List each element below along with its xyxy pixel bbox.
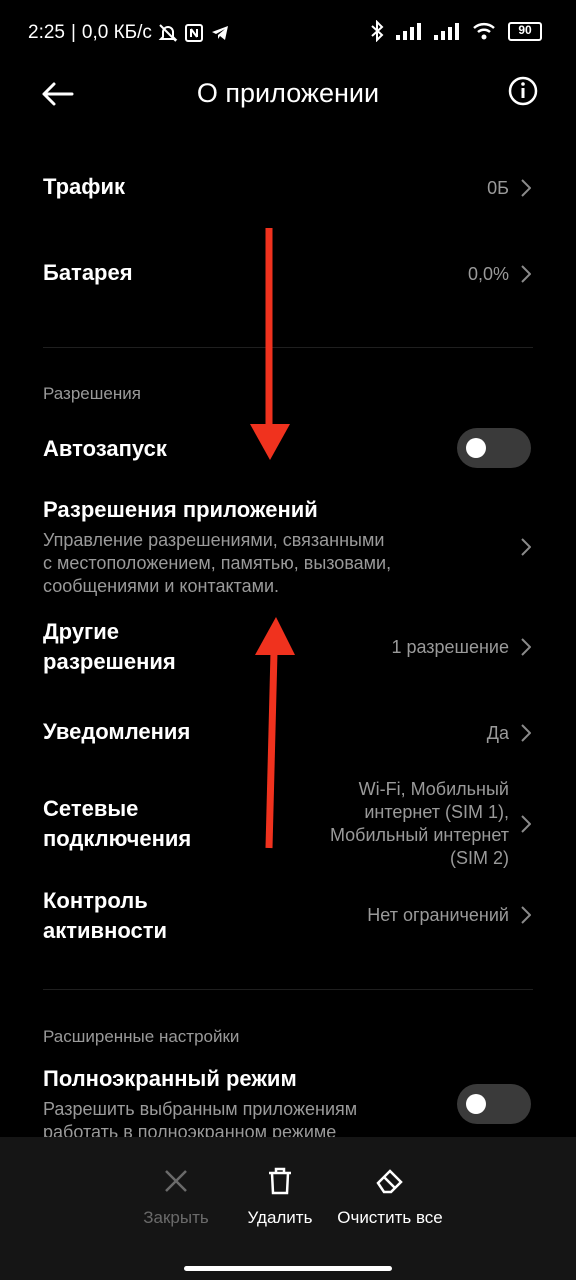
notifications-row[interactable]: Уведомления Да bbox=[43, 717, 533, 749]
app-permissions-description: Управление разрешениями, связанными с ме… bbox=[43, 529, 533, 598]
signal-icon bbox=[396, 23, 421, 40]
traffic-label: Трафик bbox=[43, 174, 126, 199]
app-permissions-row[interactable]: Разрешения приложений Управление разреше… bbox=[43, 495, 533, 605]
advanced-section-label: Расширенные настройки bbox=[43, 1027, 240, 1046]
clear-all-button[interactable]: Очистить все bbox=[330, 1167, 450, 1228]
chevron-right-icon bbox=[521, 179, 531, 197]
description-line: Управление разрешениями, связанными bbox=[43, 530, 385, 550]
chevron-right-icon bbox=[521, 265, 531, 283]
battery-value: 0,0% bbox=[467, 264, 509, 284]
nfc-icon bbox=[184, 24, 203, 42]
divider bbox=[43, 989, 533, 990]
label-line: подключения bbox=[43, 826, 192, 851]
info-icon[interactable] bbox=[508, 76, 538, 106]
close-icon bbox=[165, 1170, 187, 1192]
fullscreen-label: Полноэкранный режим bbox=[43, 1066, 297, 1091]
value-line: (SIM 2) bbox=[449, 848, 509, 868]
eraser-icon bbox=[376, 1169, 403, 1194]
clear-all-label: Очистить все bbox=[337, 1208, 443, 1227]
value-line: Wi-Fi, Мобильный bbox=[358, 779, 509, 799]
activity-control-value: Нет ограничений bbox=[367, 905, 509, 925]
activity-control-row[interactable]: Контроль активности Нет ограничений bbox=[43, 886, 533, 948]
battery-row[interactable]: Батарея 0,0% bbox=[43, 258, 533, 290]
battery-label: Батарея bbox=[43, 260, 133, 285]
chevron-right-icon bbox=[521, 906, 531, 924]
trash-icon bbox=[269, 1167, 291, 1195]
toggle-knob bbox=[466, 438, 486, 458]
label-line: Сетевые bbox=[43, 796, 139, 821]
home-indicator[interactable] bbox=[184, 1266, 392, 1271]
traffic-row[interactable]: Трафик 0Б bbox=[43, 172, 533, 204]
permissions-section-label: Разрешения bbox=[43, 384, 141, 403]
notifications-label: Уведомления bbox=[43, 719, 191, 744]
traffic-value: 0Б bbox=[487, 178, 509, 198]
battery-icon: 90 bbox=[508, 21, 542, 41]
telegram-icon bbox=[211, 26, 228, 40]
header: О приложении bbox=[0, 66, 576, 126]
close-button[interactable]: Закрыть bbox=[136, 1167, 216, 1228]
notifications-value: Да bbox=[486, 723, 509, 743]
chevron-right-icon bbox=[521, 638, 531, 656]
delete-button[interactable]: Удалить bbox=[238, 1167, 322, 1228]
battery-level: 90 bbox=[518, 22, 532, 37]
divider bbox=[43, 347, 533, 348]
value-line: интернет (SIM 1), bbox=[364, 802, 509, 822]
app-permissions-label: Разрешения приложений bbox=[43, 497, 318, 522]
chevron-right-icon bbox=[521, 724, 531, 742]
alarm-off-icon bbox=[158, 24, 178, 42]
signal-icon bbox=[434, 23, 459, 40]
other-permissions-row[interactable]: Другие разрешения 1 разрешение bbox=[43, 617, 533, 679]
page-title: О приложении bbox=[196, 78, 380, 108]
bluetooth-icon bbox=[371, 20, 384, 42]
other-permissions-value: 1 разрешение bbox=[391, 637, 509, 657]
chevron-right-icon bbox=[521, 815, 531, 833]
wifi-icon bbox=[473, 23, 495, 40]
toggle-knob bbox=[466, 1094, 486, 1114]
autostart-toggle[interactable] bbox=[457, 428, 531, 468]
status-network-speed: 0,0 КБ/с bbox=[81, 22, 152, 43]
status-time: 2:25 bbox=[28, 22, 65, 43]
close-label: Закрыть bbox=[143, 1208, 209, 1227]
status-bar: 2:25 | 0,0 КБ/с 90 bbox=[0, 0, 576, 66]
description-line: с местоположением, памятью, вызовами, bbox=[43, 553, 392, 573]
network-label: Сетевые подключения bbox=[43, 794, 191, 854]
network-value: Wi-Fi, Мобильный интернет (SIM 1), Мобил… bbox=[330, 778, 509, 870]
chevron-right-icon bbox=[521, 538, 531, 556]
description-line: сообщениями и контактами. bbox=[43, 576, 280, 596]
delete-label: Удалить bbox=[247, 1208, 313, 1227]
network-row[interactable]: Сетевые подключения Wi-Fi, Мобильный инт… bbox=[43, 778, 533, 872]
fullscreen-toggle[interactable] bbox=[457, 1084, 531, 1124]
bottom-action-bar: Закрыть Удалить Очистить все bbox=[0, 1137, 576, 1280]
value-line: Мобильный интернет bbox=[329, 825, 509, 845]
